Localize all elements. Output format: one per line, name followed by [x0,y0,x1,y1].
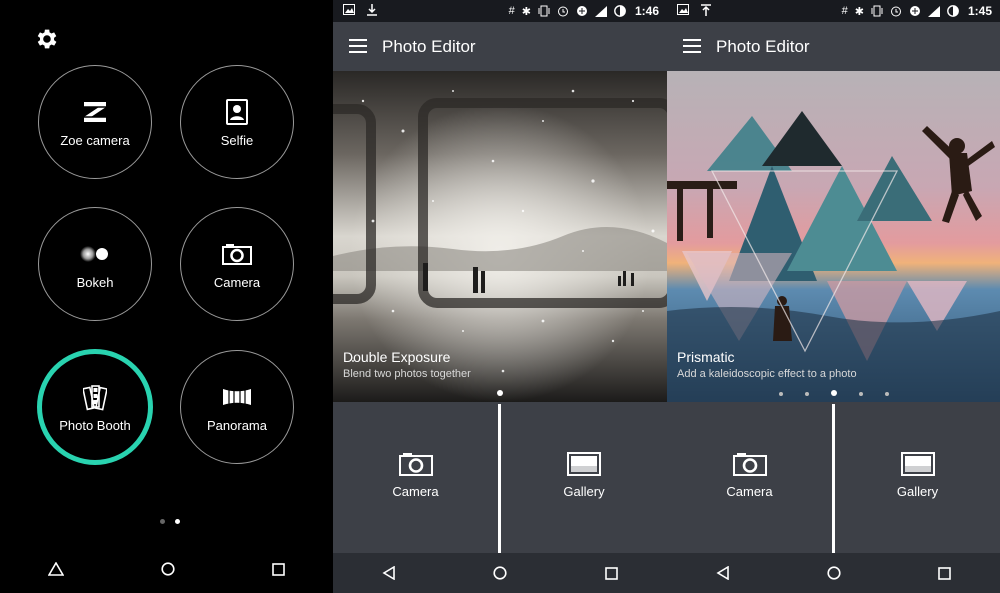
action-tiles: Camera Gallery [333,404,667,553]
feature-caption: Double Exposure Blend two photos togethe… [343,349,471,380]
gallery-tile[interactable]: Gallery [501,404,667,553]
recents-icon[interactable] [271,562,285,576]
status-bar: # ✱ 1:45 [667,0,1000,22]
bluetooth-icon: ✱ [854,5,864,18]
hashtag-icon: # [508,5,515,17]
mode-photo-booth[interactable]: Photo Booth [37,349,153,465]
selfie-icon [226,97,248,127]
tile-label: Gallery [896,484,939,499]
zoe-icon [82,97,108,127]
status-bar: # ✱ 1:46 [333,0,667,22]
alarm-icon [890,6,901,17]
bokeh-icon [80,239,110,269]
mode-selfie[interactable]: Selfie [180,65,294,179]
mode-label: Selfie [220,132,254,148]
photo-booth-icon [83,382,107,412]
gallery-icon [567,452,601,476]
feature-subtitle: Add a kaleidoscopic effect to a photo [677,368,857,380]
back-icon[interactable] [382,566,396,580]
mode-zoe-camera[interactable]: Zoe camera [38,65,152,179]
page-indicator [155,511,185,529]
hashtag-icon: # [841,5,848,17]
recents-icon[interactable] [605,566,618,580]
home-icon[interactable] [827,566,841,580]
mode-label: Photo Booth [59,417,131,433]
feature-caption: Prismatic Add a kaleidoscopic effect to … [677,349,857,380]
alarm-icon [557,6,568,17]
app-bar: Photo Editor [333,22,667,71]
recents-icon[interactable] [938,566,952,580]
action-tiles: Camera Gallery [667,404,1000,553]
photo-editor-screen-double-exposure: # ✱ 1:46 Photo Editor Double Exposure Bl… [333,0,667,593]
status-time: 1:45 [967,4,992,18]
camera-tile[interactable]: Camera [333,404,498,553]
mode-label: Panorama [207,417,267,433]
navigation-bar [0,545,333,593]
upload-icon [701,4,711,16]
panorama-icon [222,382,252,412]
camera-icon [222,239,252,269]
carousel-indicator [333,390,667,396]
gallery-icon [900,452,935,476]
status-time: 1:46 [634,4,659,18]
back-icon[interactable] [716,566,730,580]
navigation-bar [333,553,667,593]
carousel-indicator [667,390,1000,396]
vibrate-icon [871,5,883,17]
feature-title: Double Exposure [343,349,451,365]
gallery-tile[interactable]: Gallery [835,404,1000,553]
data-saver-icon [909,6,920,16]
feature-carousel[interactable]: Prismatic Add a kaleidoscopic effect to … [667,71,1000,402]
carousel-dot[interactable] [858,392,863,396]
signal-icon [594,5,607,17]
battery-icon [614,5,626,17]
data-saver-icon [576,6,587,16]
battery-icon [947,5,959,17]
menu-icon[interactable] [349,39,367,53]
carousel-dot[interactable] [778,392,783,396]
tile-label: Gallery [563,484,605,499]
carousel-dot[interactable] [884,392,889,396]
page-dot [160,519,165,524]
camera-tile[interactable]: Camera [667,404,832,553]
mode-bokeh[interactable]: Bokeh [38,207,152,321]
image-notification-icon [343,4,355,15]
carousel-dot[interactable] [804,392,809,396]
feature-subtitle: Blend two photos together [343,368,471,380]
app-title: Photo Editor [382,37,476,56]
feature-carousel[interactable]: Double Exposure Blend two photos togethe… [333,71,667,402]
carousel-dot-active[interactable] [830,390,837,396]
mode-label: Camera [213,274,261,290]
camera-mode-screen: Zoe camera Selfie Bokeh Camera Photo Boo… [0,0,333,593]
menu-icon[interactable] [683,39,701,53]
gear-icon[interactable] [33,26,59,52]
bluetooth-icon: ✱ [521,5,531,18]
back-icon[interactable] [48,562,65,576]
app-title: Photo Editor [716,37,810,56]
home-icon[interactable] [493,566,508,580]
app-bar: Photo Editor [667,22,1000,71]
home-icon[interactable] [161,562,175,576]
camera-icon [398,453,433,476]
mode-camera[interactable]: Camera [180,207,294,321]
feature-title: Prismatic [677,349,735,365]
tile-label: Camera [726,484,773,499]
tile-label: Camera [392,484,439,499]
camera-icon [732,453,767,476]
signal-icon [927,5,940,17]
image-notification-icon [677,4,689,15]
navigation-bar [667,553,1000,593]
carousel-dot-active [497,390,503,396]
download-icon [367,4,377,16]
mode-label: Zoe camera [60,132,130,148]
page-dot-active [175,519,180,524]
mode-panorama[interactable]: Panorama [180,350,294,464]
photo-editor-screen-prismatic: # ✱ 1:45 Photo Editor Prismatic Add a ka… [667,0,1000,593]
vibrate-icon [538,5,550,17]
mode-label: Bokeh [76,274,114,290]
